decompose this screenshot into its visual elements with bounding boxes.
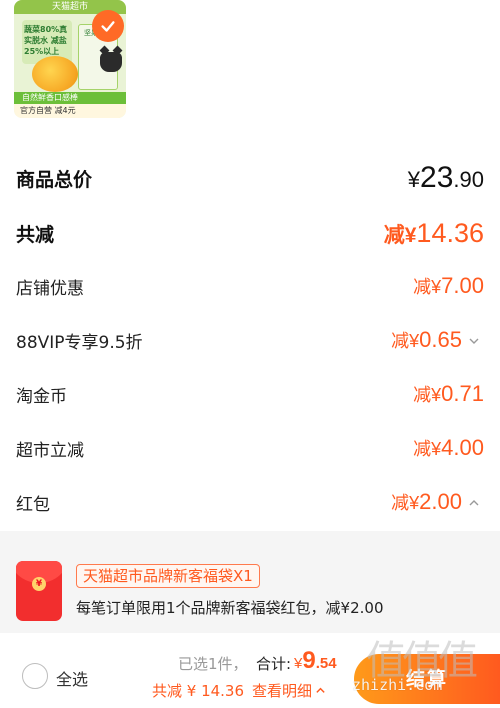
discount-prefix: 减¥ bbox=[391, 331, 420, 351]
tmall-cat-icon bbox=[100, 52, 122, 72]
discount-amount: 减¥ 0.65 bbox=[391, 327, 484, 353]
coupon-description: 每笔订单限用1个品牌新客福袋红包，减¥2.00 bbox=[76, 599, 384, 617]
discount-label: 超市立减 bbox=[16, 440, 84, 461]
checkout-button[interactable]: 结算 bbox=[354, 654, 500, 704]
discount-number: 0.65 bbox=[419, 327, 462, 352]
red-envelope-icon: ¥ bbox=[16, 561, 62, 621]
discount-amount: 减¥ 7.00 bbox=[413, 273, 484, 299]
chevron-down-icon[interactable] bbox=[468, 334, 484, 352]
view-details-link[interactable]: 查看明细 bbox=[252, 680, 326, 701]
discount-amount: 减¥ 0.71 bbox=[413, 381, 484, 407]
product-banner-bottom: 自然鲜香口感棒 bbox=[14, 92, 126, 104]
discount-row-market: 超市立减 减¥ 4.00 bbox=[16, 428, 484, 468]
total-price-row: 商品总价 ¥ 23 .90 bbox=[16, 158, 484, 198]
coupon-item[interactable]: ¥ 天猫超市品牌新客福袋X1 每笔订单限用1个品牌新客福袋红包，减¥2.00 bbox=[16, 561, 484, 627]
select-all-label[interactable]: 全选 bbox=[56, 666, 88, 690]
discount-number: 0.71 bbox=[441, 381, 484, 406]
coupon-tag: 天猫超市品牌新客福袋X1 bbox=[76, 564, 260, 588]
discount-prefix: 减¥ bbox=[413, 439, 442, 459]
discount-label: 红包 bbox=[16, 494, 50, 515]
total-price-decimal: .90 bbox=[453, 167, 484, 192]
total-saved-label: 共减 bbox=[16, 223, 55, 246]
envelope-coin: ¥ bbox=[32, 577, 46, 591]
sum-decimal: .54 bbox=[315, 655, 337, 672]
sum-label: 合计: bbox=[256, 655, 292, 673]
discount-number: 4.00 bbox=[441, 435, 484, 460]
discount-prefix: 减¥ bbox=[391, 493, 420, 513]
chevron-up-icon bbox=[316, 687, 325, 693]
check-icon bbox=[101, 21, 115, 32]
total-price-integer: 23 bbox=[420, 161, 454, 194]
discount-number: 2.00 bbox=[419, 489, 462, 514]
product-food-image bbox=[32, 56, 78, 92]
selected-count: 已选1件， bbox=[178, 655, 248, 673]
total-saved-value: 减¥ 14.36 bbox=[384, 218, 484, 249]
discount-label: 88VIP专享9.5折 bbox=[16, 332, 143, 353]
discount-prefix: 减¥ bbox=[413, 385, 442, 405]
total-saved-number: 14.36 bbox=[416, 217, 484, 248]
total-price-value: ¥ 23 .90 bbox=[408, 161, 484, 195]
sum-integer: 9 bbox=[302, 647, 316, 674]
discount-amount: 减¥ 4.00 bbox=[413, 435, 484, 461]
discount-label: 店铺优惠 bbox=[16, 278, 84, 299]
discount-prefix: 减¥ bbox=[413, 277, 442, 297]
discount-label: 淘金币 bbox=[16, 386, 67, 407]
footer-saved-text: 共减 ¥ 14.36 bbox=[152, 682, 245, 700]
product-badges: 官方自营 减4元 bbox=[14, 104, 126, 118]
chevron-up-icon[interactable] bbox=[468, 496, 484, 514]
discount-amount: 减¥ 2.00 bbox=[391, 489, 484, 515]
product-promo-text: 蔬菜80%真实脱水 减盐25%以上 bbox=[24, 25, 68, 56]
discount-row-88vip[interactable]: 88VIP专享9.5折 减¥ 0.65 bbox=[16, 320, 484, 360]
discount-row-redpacket[interactable]: 红包 减¥ 2.00 bbox=[16, 482, 484, 522]
total-price-currency: ¥ bbox=[407, 167, 421, 192]
item-selected-check[interactable] bbox=[92, 10, 124, 42]
discount-row-shop: 店铺优惠 减¥ 7.00 bbox=[16, 266, 484, 306]
sum-currency: ¥ bbox=[294, 655, 303, 672]
total-saved-row: 共减 减¥ 14.36 bbox=[16, 213, 484, 253]
select-all-radio[interactable] bbox=[22, 663, 48, 689]
total-saved-prefix: 减¥ bbox=[383, 223, 417, 247]
view-details-label: 查看明细 bbox=[252, 682, 313, 700]
sum-amount: ¥ 9 .54 bbox=[294, 647, 337, 675]
checkout-bar: 全选 已选1件， 合计: ¥ 9 .54 共减 ¥ 14.36 查看明细 结算 bbox=[0, 633, 500, 708]
total-price-label: 商品总价 bbox=[16, 168, 93, 191]
discount-row-coins: 淘金币 减¥ 0.71 bbox=[16, 374, 484, 414]
discount-number: 7.00 bbox=[441, 273, 484, 298]
